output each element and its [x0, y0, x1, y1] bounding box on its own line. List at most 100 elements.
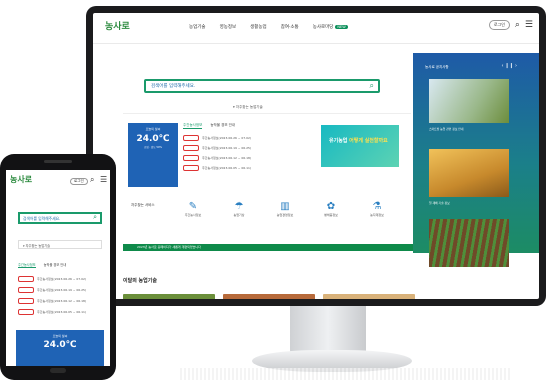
notice-caption: 밀 재배 기술 정보: [429, 201, 450, 205]
news-tabs: 주간농사정보 농작물 경보 안내: [18, 262, 66, 268]
list-item-label: 주간농사정보(2023.06.12 ~ 06.18): [202, 156, 252, 160]
search-icon[interactable]: ⌕: [515, 20, 520, 30]
bottle-icon: ⚗: [372, 201, 382, 212]
phone-screen: 농사로 로그인 ⌕ ☰ 검색어를 입력해주세요. ⌕ ▾ 자주찾는 농업기술 주…: [6, 170, 110, 366]
main-nav: 농업기술 영농정보 생활농업 참여·소통 농사로마당 NEW: [189, 24, 348, 30]
list-item[interactable]: 주간농사정보(2023.06.19 ~ 06.25): [183, 145, 251, 151]
thumbnail[interactable]: [223, 294, 315, 299]
banner-text-main: 유기농업: [329, 138, 350, 144]
thumbnail[interactable]: [123, 294, 215, 299]
login-button[interactable]: 로그인: [70, 178, 88, 185]
new-badge: NEW: [335, 25, 348, 29]
login-button[interactable]: 로그인: [488, 20, 510, 30]
header-actions: 로그인 ⌕ ☰: [488, 20, 533, 30]
weather-title: 오늘의 날씨: [52, 334, 68, 338]
desktop-monitor: 농사로 농업기술 영농정보 생활농업 참여·소통 농사로마당 NEW 로그인 ⌕ …: [86, 6, 546, 306]
banner-text: 유기농업 어떻게 실천할까요: [329, 137, 388, 144]
list-item-label: 주간농사정보(2023.06.12 ~ 06.18): [37, 299, 87, 303]
list-item-label: 주간농사정보(2023.06.26 ~ 07.02): [202, 136, 252, 140]
service-label: 농업경영정보: [276, 213, 294, 217]
list-item-label: 주간농사정보(2023.06.26 ~ 07.02): [37, 277, 87, 281]
divider: [123, 113, 411, 114]
weather-widget[interactable]: 오늘의 날씨 24.0℃ 흐림 · 습도 59%: [128, 123, 178, 187]
menu-icon[interactable]: ☰: [100, 175, 107, 184]
status-badge: [183, 155, 199, 161]
site-logo[interactable]: 농사로: [105, 19, 130, 32]
banner-highlight: 어떻게 실천할까요: [349, 138, 388, 144]
weather-title: 오늘의 날씨: [145, 127, 161, 131]
list-item[interactable]: 주간농사정보(2023.06.26 ~ 07.02): [183, 135, 251, 141]
document-icon: ✎: [188, 201, 198, 212]
bug-icon: ✿: [326, 201, 336, 212]
floor-shadow: [180, 368, 510, 380]
search-input[interactable]: 검색어를 입력해주세요. ⌕: [18, 212, 102, 224]
status-badge: [183, 135, 199, 141]
news-tabs: 주간농사정보 농작물 경보 안내: [183, 123, 235, 129]
thumbnail[interactable]: [323, 294, 415, 299]
news-list: 주간농사정보(2023.06.26 ~ 07.02) 주간농사정보(2023.0…: [183, 135, 251, 175]
service-label: 농자재정보: [370, 213, 384, 217]
nav-item-plaza[interactable]: 농사로마당 NEW: [313, 24, 348, 30]
site-header: 농사로 농업기술 영농정보 생활농업 참여·소통 농사로마당 NEW 로그인 ⌕ …: [93, 13, 539, 44]
notice-sidebar: 농사로 공지사항 ‹ ❙❙ › 스마트팜 농업 관련 정보 안내 밀 재배 기술…: [413, 53, 539, 267]
list-item[interactable]: 주간농사정보(2023.06.05 ~ 06.11): [183, 165, 251, 171]
carousel-controls[interactable]: ‹ ❙❙ ›: [501, 63, 517, 69]
nav-item-farming-info[interactable]: 영농정보: [220, 24, 237, 30]
weather-icon: ☂: [234, 201, 244, 212]
weather-widget[interactable]: 오늘의 날씨 24.0℃: [16, 330, 104, 366]
thumbnail-row: [123, 294, 415, 299]
status-badge: [183, 165, 199, 171]
list-item-label: 주간농사정보(2023.06.05 ~ 06.11): [37, 310, 87, 314]
status-badge: [18, 298, 34, 304]
search-input[interactable]: 검색어를 입력해주세요. ⌕: [144, 79, 380, 93]
search-placeholder: 검색어를 입력해주세요.: [151, 84, 196, 89]
service-materials[interactable]: ⚗ 농자재정보: [365, 201, 389, 217]
list-item-label: 주간농사정보(2023.06.19 ~ 06.25): [37, 288, 87, 292]
notice-image[interactable]: [429, 219, 509, 267]
weather-temperature: 24.0℃: [136, 134, 170, 144]
tab-weekly-info[interactable]: 주간농사정보: [183, 123, 203, 129]
service-label: 농업기상: [233, 213, 245, 217]
tab-crop-alert[interactable]: 농작물 경보 안내: [44, 262, 67, 268]
nav-item-community[interactable]: 참여·소통: [281, 24, 299, 30]
search-submit-icon[interactable]: ⌕: [93, 213, 97, 222]
phone-speaker: [44, 160, 72, 163]
status-badge: [183, 145, 199, 151]
list-item[interactable]: 주간농사정보(2023.06.12 ~ 06.18): [183, 155, 251, 161]
tab-crop-alert[interactable]: 농작물 경보 안내: [210, 123, 235, 129]
sidebar-title: 농사로 공지사항: [425, 65, 449, 69]
menu-icon[interactable]: ☰: [525, 20, 533, 30]
nav-item-farming-tech[interactable]: 농업기술: [189, 24, 206, 30]
search-icon[interactable]: ⌕: [90, 175, 94, 185]
frequent-tech-select[interactable]: ▾ 자주찾는 농업기술: [18, 240, 102, 249]
list-item-label: 주간농사정보(2023.06.05 ~ 06.11): [202, 166, 252, 170]
mobile-phone: 농사로 로그인 ⌕ ☰ 검색어를 입력해주세요. ⌕ ▾ 자주찾는 농업기술 주…: [0, 154, 116, 380]
list-item[interactable]: 주간농사정보(2023.06.05 ~ 06.11): [18, 309, 86, 315]
search-placeholder: 검색어를 입력해주세요.: [23, 216, 61, 221]
notice-caption: 스마트팜 농업 관련 정보 안내: [429, 127, 464, 131]
notice-image[interactable]: [429, 79, 509, 123]
weather-temperature: 24.0℃: [43, 340, 77, 350]
service-management[interactable]: ▥ 농업경영정보: [273, 201, 297, 217]
home-indicator: [50, 368, 66, 373]
tab-weekly-info[interactable]: 주간농사정보: [18, 262, 36, 268]
promo-banner[interactable]: 유기농업 어떻게 실천할까요: [321, 125, 399, 167]
site-logo[interactable]: 농사로: [10, 174, 32, 185]
ticker-text: 2023년 농사로 홈페이지가 새롭게 개편되었습니다: [137, 245, 201, 249]
list-item[interactable]: 주간농사정보(2023.06.12 ~ 06.18): [18, 298, 86, 304]
search-submit-icon[interactable]: ⌕: [370, 81, 374, 91]
notice-image[interactable]: [429, 149, 509, 197]
service-label: 주간농사정보: [184, 213, 202, 217]
notice-ticker[interactable]: 2023년 농사로 홈페이지가 새롭게 개편되었습니다: [123, 244, 423, 251]
service-pest[interactable]: ✿ 병해충정보: [319, 201, 343, 217]
section-title: 이달의 농업기술: [123, 278, 157, 284]
list-item[interactable]: 주간농사정보(2023.06.26 ~ 07.02): [18, 276, 86, 282]
list-item[interactable]: 주간농사정보(2023.06.19 ~ 06.25): [18, 287, 86, 293]
nav-item-life[interactable]: 생활농업: [250, 24, 267, 30]
service-weekly-info[interactable]: ✎ 주간농사정보: [181, 201, 205, 217]
service-weather[interactable]: ☂ 농업기상: [227, 201, 251, 217]
nav-item-plaza-label: 농사로마당: [312, 25, 334, 30]
weather-detail: 흐림 · 습도 59%: [144, 146, 162, 149]
status-badge: [18, 309, 34, 315]
frequent-tech-toggle[interactable]: ▾ 자주찾는 농업기술: [233, 105, 263, 110]
